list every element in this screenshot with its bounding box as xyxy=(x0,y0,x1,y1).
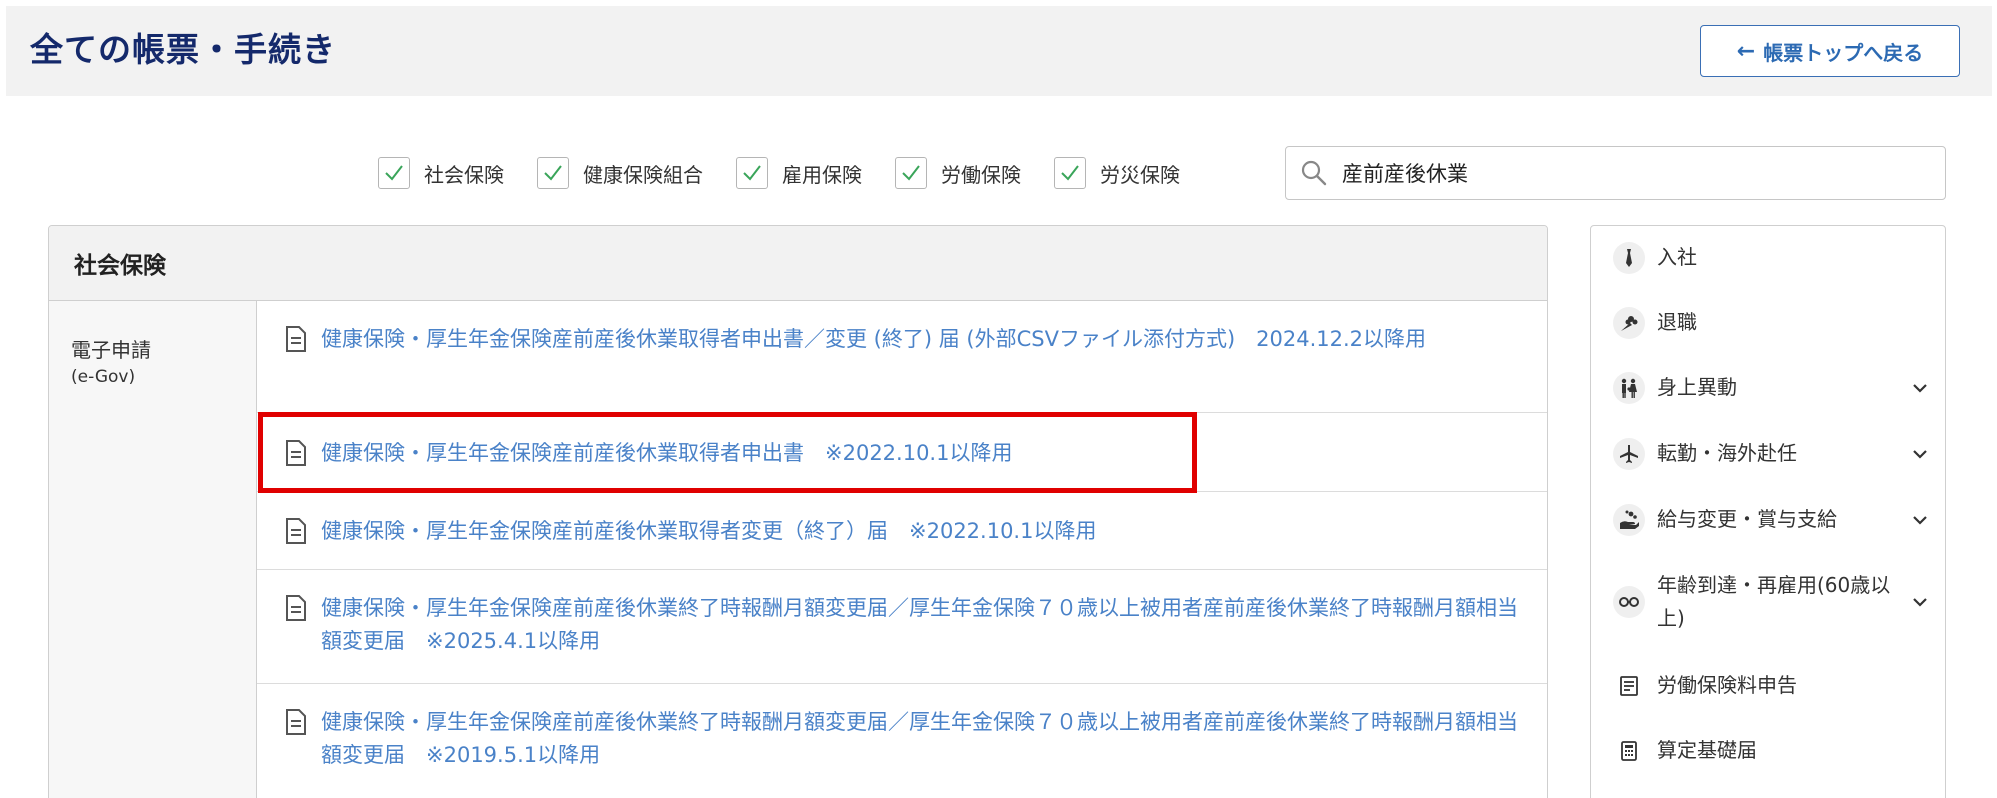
filter-label: 健康保険組合 xyxy=(583,162,703,187)
checkmark-icon xyxy=(385,165,403,181)
search-icon xyxy=(1301,160,1327,186)
filter-rodo-hoken[interactable]: 労働保険 xyxy=(895,157,1021,189)
results-panel: 社会保険 電子申請 (e-Gov) 健康保険・厚生年金保険産前産後休業取得者申出… xyxy=(48,225,1548,798)
filter-koyo-hoken[interactable]: 雇用保険 xyxy=(736,157,862,189)
money-hand-icon xyxy=(1613,503,1645,536)
sidebar-item-shinjo-ido[interactable]: 身上異動 xyxy=(1613,371,1931,404)
filter-bar: 社会保険 健康保険組合 雇用保険 労働保険 労災保険 xyxy=(378,146,1213,200)
checkmark-icon xyxy=(1061,165,1079,181)
sidebar-item-label: 入社 xyxy=(1657,245,1697,269)
sidebar-item-label: 身上異動 xyxy=(1657,375,1737,399)
filter-rosai-hoken[interactable]: 労災保険 xyxy=(1054,157,1180,189)
document-row[interactable]: 健康保険・厚生年金保険産前産後休業終了時報酬月額変更届／厚生年金保険７０歳以上被… xyxy=(257,570,1547,684)
filter-label: 雇用保険 xyxy=(782,162,862,187)
sidebar-item-tenkin[interactable]: 転勤・海外赴任 xyxy=(1613,437,1931,470)
document-row[interactable]: 健康保険・厚生年金保険産前産後休業終了時報酬月額変更届／厚生年金保険７０歳以上被… xyxy=(257,684,1547,798)
page-header: 全ての帳票・手続き ← 帳票トップへ戻る xyxy=(6,6,1992,96)
chevron-down-icon[interactable] xyxy=(1909,443,1931,465)
arrow-left-icon: ← xyxy=(1736,38,1756,64)
document-row[interactable]: 健康保険・厚生年金保険産前産後休業取得者申出書 ※2022.10.1以降用 xyxy=(257,413,1547,492)
sidebar-item-label: 給与変更・賞与支給 xyxy=(1657,507,1837,531)
panel-title: 社会保険 xyxy=(49,226,1547,301)
document-link[interactable]: 健康保険・厚生年金保険産前産後休業取得者変更（終了）届 ※2022.10.1以降… xyxy=(321,515,1096,548)
document-link[interactable]: 健康保険・厚生年金保険産前産後休業取得者申出書 ※2022.10.1以降用 xyxy=(321,437,1012,470)
filter-label: 労災保険 xyxy=(1100,162,1180,187)
document-row[interactable]: 健康保険・厚生年金保険産前産後休業取得者変更（終了）届 ※2022.10.1以降… xyxy=(257,492,1547,570)
checkbox[interactable] xyxy=(1054,157,1086,189)
checkbox[interactable] xyxy=(537,157,569,189)
document-link[interactable]: 健康保険・厚生年金保険産前産後休業取得者申出書／変更 (終了) 届 (外部CSV… xyxy=(321,323,1426,356)
chevron-down-icon[interactable] xyxy=(1909,509,1931,531)
document-icon xyxy=(286,709,306,735)
checkmark-icon xyxy=(544,165,562,181)
back-button-label: 帳票トップへ戻る xyxy=(1763,40,1924,65)
sidebar-item-label: 年齢到達・再雇用(60歳以上) xyxy=(1657,573,1891,630)
checkbox[interactable] xyxy=(378,157,410,189)
sidebar-item-taishoku[interactable]: 退職 xyxy=(1613,306,1931,339)
glasses-icon xyxy=(1613,586,1645,618)
sidebar-item-kyuyo-henko[interactable]: 給与変更・賞与支給 xyxy=(1613,503,1931,536)
sidebar-item-label: 転勤・海外赴任 xyxy=(1657,441,1797,465)
document-icon xyxy=(286,595,306,621)
family-icon xyxy=(1613,371,1645,404)
category-sidebar: 入社 退職 身上異動 転勤・海外赴任 給与変更・賞与支給 年齢到達・再雇用(60… xyxy=(1590,225,1946,798)
category-title: 電子申請 xyxy=(71,338,151,362)
page-title: 全ての帳票・手続き xyxy=(30,30,336,69)
necktie-icon xyxy=(1613,241,1645,274)
filter-shakai-hoken[interactable]: 社会保険 xyxy=(378,157,504,189)
filter-label: 社会保険 xyxy=(424,162,504,187)
sidebar-item-nyusha[interactable]: 入社 xyxy=(1613,241,1931,274)
document-icon xyxy=(286,440,306,466)
calculator-icon xyxy=(1613,735,1645,767)
panel-body: 電子申請 (e-Gov) 健康保険・厚生年金保険産前産後休業取得者申出書／変更 … xyxy=(49,301,1547,798)
checkbox[interactable] xyxy=(895,157,927,189)
filter-kenpo-kumiai[interactable]: 健康保険組合 xyxy=(537,157,703,189)
chevron-down-icon[interactable] xyxy=(1909,591,1931,613)
document-icon xyxy=(286,518,306,544)
category-column: 電子申請 (e-Gov) xyxy=(49,301,257,798)
document-link[interactable]: 健康保険・厚生年金保険産前産後休業終了時報酬月額変更届／厚生年金保険７０歳以上被… xyxy=(321,592,1527,658)
search-box[interactable] xyxy=(1285,146,1946,200)
checkbox[interactable] xyxy=(736,157,768,189)
category-subtitle: (e-Gov) xyxy=(71,367,136,387)
bouquet-icon xyxy=(1613,306,1645,339)
search-input[interactable] xyxy=(1342,161,1902,185)
sidebar-item-label: 算定基礎届 xyxy=(1657,738,1757,762)
sidebar-item-label: 退職 xyxy=(1657,310,1697,334)
airplane-icon xyxy=(1613,437,1645,470)
document-icon xyxy=(286,326,306,352)
sidebar-item-nenrei-toutatsu[interactable]: 年齢到達・再雇用(60歳以上) xyxy=(1613,569,1931,635)
sidebar-item-santei-kiso[interactable]: 算定基礎届 xyxy=(1613,734,1931,767)
back-to-forms-top-button[interactable]: ← 帳票トップへ戻る xyxy=(1700,25,1960,77)
document-lines-icon xyxy=(1613,670,1645,702)
document-row[interactable]: 健康保険・厚生年金保険産前産後休業取得者申出書／変更 (終了) 届 (外部CSV… xyxy=(257,301,1547,413)
filter-label: 労働保険 xyxy=(941,162,1021,187)
checkmark-icon xyxy=(743,165,761,181)
chevron-down-icon[interactable] xyxy=(1909,377,1931,399)
document-link[interactable]: 健康保険・厚生年金保険産前産後休業終了時報酬月額変更届／厚生年金保険７０歳以上被… xyxy=(321,706,1527,772)
sidebar-item-rodo-hokenryo[interactable]: 労働保険料申告 xyxy=(1613,669,1931,702)
checkmark-icon xyxy=(902,165,920,181)
sidebar-item-label: 労働保険料申告 xyxy=(1657,673,1797,697)
document-list: 健康保険・厚生年金保険産前産後休業取得者申出書／変更 (終了) 届 (外部CSV… xyxy=(257,301,1547,798)
